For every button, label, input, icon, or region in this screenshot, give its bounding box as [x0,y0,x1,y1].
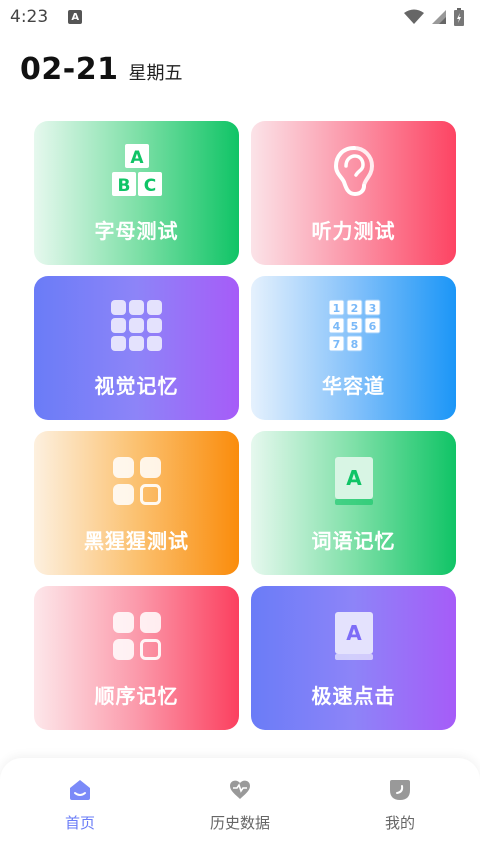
status-bar: 4:23 A [0,0,480,34]
card-word-memory[interactable]: A 词语记忆 [251,431,456,575]
status-icons [404,8,464,26]
card-listening-test[interactable]: 听力测试 [251,121,456,265]
wifi-icon [404,9,424,24]
nav-history-label: 历史数据 [209,814,270,832]
tile-3: 3 [368,302,376,315]
tile-1: 1 [332,302,340,315]
abc-letter-c: C [143,176,155,196]
dot-grid-icon [109,298,165,354]
four-squares-icon [109,453,165,509]
book-letter: A [346,466,362,490]
card-label: 听力测试 [311,219,396,243]
profile-icon [388,778,412,802]
abc-letter-b: B [117,176,130,196]
tile-6: 6 [368,320,376,333]
card-klotski[interactable]: 1 2 3 4 5 6 7 8 华容道 [251,276,456,420]
card-label: 极速点击 [311,684,396,708]
nav-home[interactable]: 首页 [0,758,160,853]
card-speed-click[interactable]: A 极速点击 [251,586,456,730]
card-sequence-memory[interactable]: 顺序记忆 [34,586,239,730]
status-time: 4:23 [10,7,49,27]
card-label: 视觉记忆 [94,374,179,398]
card-label: 黑猩猩测试 [84,529,189,553]
nav-history[interactable]: 历史数据 [160,758,320,853]
book-a-icon: A [326,608,382,664]
card-label: 华容道 [322,374,385,398]
card-chimp-test[interactable]: 黑猩猩测试 [34,431,239,575]
test-grid: A B C 字母测试 听力测试 视觉记忆 1 2 3 4 5 6 7 8 华容道… [34,121,456,730]
page-header: 02-21 星期五 [20,52,182,87]
card-label: 顺序记忆 [94,684,179,708]
tile-5: 5 [350,320,358,333]
date-label: 02-21 [20,52,119,87]
card-visual-memory[interactable]: 视觉记忆 [34,276,239,420]
card-label: 词语记忆 [311,529,396,553]
cell-signal-icon [432,10,446,24]
abc-letter-a: A [130,148,144,168]
four-squares-icon [109,608,165,664]
home-icon [68,778,92,802]
ear-icon [326,143,382,199]
tile-8: 8 [350,338,358,351]
abc-blocks-icon: A B C [109,143,165,199]
book-letter: A [346,621,362,645]
tile-2: 2 [350,302,358,315]
number-grid-icon: 1 2 3 4 5 6 7 8 [326,298,382,354]
tile-7: 7 [332,338,340,351]
card-label: 字母测试 [94,219,179,243]
book-a-icon: A [326,453,382,509]
bottom-nav: 首页 历史数据 我的 [0,758,480,853]
nav-profile[interactable]: 我的 [320,758,480,853]
weekday-label: 星期五 [128,63,183,84]
nav-home-label: 首页 [64,814,95,832]
notification-icon: A [68,10,83,24]
battery-icon [454,8,464,26]
history-icon [228,778,252,802]
nav-profile-label: 我的 [384,814,415,832]
tile-4: 4 [332,320,340,333]
card-letter-test[interactable]: A B C 字母测试 [34,121,239,265]
